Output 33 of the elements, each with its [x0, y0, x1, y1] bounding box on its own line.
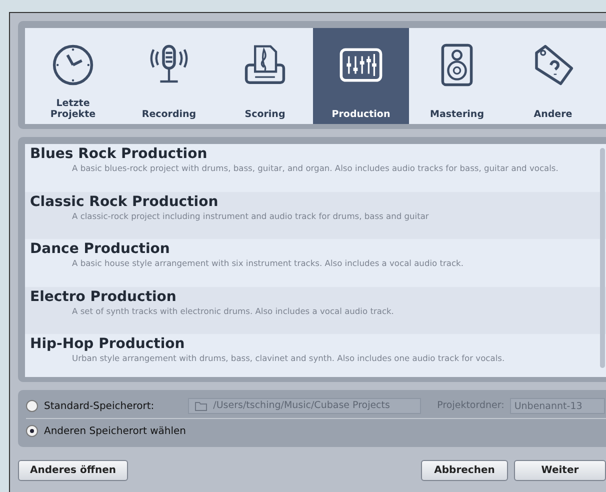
template-description: A set of synth tracks with electronic drums. Also includes a vocal audio track.: [71, 306, 395, 316]
template-item[interactable]: Blues Rock Production A basic blues-rock project with drums, bass, guitar, and organ. Also includes audio tracks for bass, guitar and vocals.: [25, 144, 606, 192]
template-description: Urban style arrangement with drums, bass, clavinet and synth. Also includes one audio track for vocals.: [71, 353, 506, 364]
clock-icon: [51, 43, 95, 87]
open-other-button[interactable]: Anderes öffnen: [18, 460, 128, 481]
template-description: A basic blues-rock project with drums, bass, guitar, and organ. Also includes audio tracks for bass, guitar and vocals.: [71, 163, 560, 174]
template-description: A classic-rock project including instrument and audio track for drums, bass and guitar: [71, 210, 430, 222]
cancel-button[interactable]: Abbrechen: [421, 460, 508, 481]
template-item[interactable]: Electro Production A set of synth tracks with electronic drums. Also includes a vocal audio track.: [25, 286, 606, 334]
category-tab[interactable]: Recording: [121, 28, 217, 124]
template-item[interactable]: Hip-Hop Production Urban style arrangement with drums, bass, clavinet and synth. Also includes one audio track for vocals.: [25, 334, 606, 377]
folder-label: Projektordner:: [437, 398, 504, 413]
template-title: Hip-Hop Production: [30, 336, 186, 353]
scrollbar[interactable]: [600, 148, 605, 368]
category-tab[interactable]: Production: [313, 28, 409, 124]
category-tab[interactable]: Scoring: [217, 28, 313, 124]
sheet-music-icon: [243, 43, 287, 87]
next-button[interactable]: Weiter: [514, 460, 606, 481]
category-tab[interactable]: Mastering: [409, 28, 505, 124]
template-title: Blues Rock Production: [30, 146, 208, 163]
radio-label[interactable]: Anderen Speicherort wählen: [44, 424, 186, 438]
radio-label[interactable]: Standard-Speicherort:: [44, 398, 154, 414]
template-item[interactable]: Dance Production A basic house style arrangement with six instrument tracks. Also includes a vocal audio track.: [25, 239, 606, 286]
category-tab[interactable]: Letzte Projekte: [25, 28, 121, 124]
template-description: A basic house style arrangement with six instrument tracks. Also includes a vocal audio track.: [71, 258, 464, 269]
template-item[interactable]: Classic Rock Production A classic-rock project including instrument and audio track for drums, bass and guitar: [25, 192, 606, 239]
template-title: Classic Rock Production: [30, 194, 220, 210]
radio-button[interactable]: [26, 425, 38, 437]
category-tab[interactable]: Andere: [505, 28, 601, 124]
radio-button[interactable]: [26, 400, 38, 412]
folder-icon: [195, 401, 208, 411]
template-title: Electro Production: [30, 288, 178, 306]
template-title: Dance Production: [30, 241, 171, 258]
